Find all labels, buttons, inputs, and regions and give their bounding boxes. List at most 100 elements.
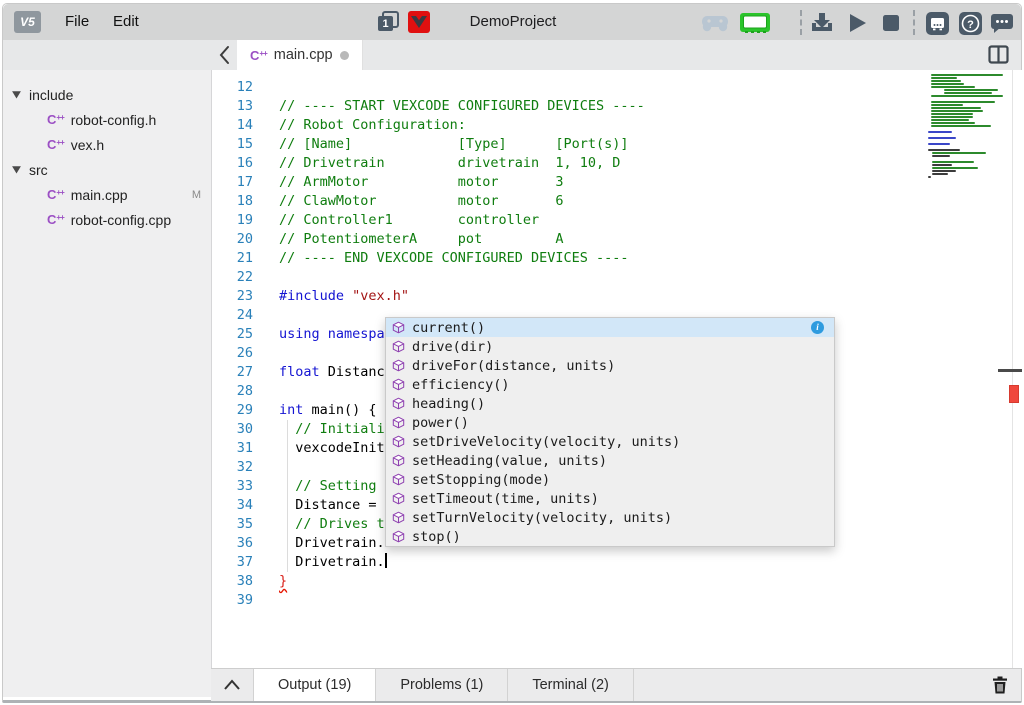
method-cube-icon [392,492,405,505]
minimap[interactable] [928,74,1012,179]
code-line-37[interactable]: 37 Drivetrain. [212,553,1022,572]
panel-tab-problems[interactable]: Problems (1) [376,669,509,701]
line-content: // Setting [295,478,385,494]
line-number[interactable]: 29 [212,401,253,420]
line-number[interactable]: 35 [212,515,253,534]
autocomplete-item-setDriveVelocity-velocity-units-[interactable]: setDriveVelocity(velocity, units) [386,432,834,451]
program-slot-icon[interactable]: 1 [375,10,401,34]
line-number[interactable]: 26 [212,344,253,363]
menu-edit[interactable]: Edit [107,4,145,40]
brain-connected-icon[interactable] [739,10,771,36]
ruler-error-marker [1009,385,1019,403]
autocomplete-item-stop-[interactable]: stop() [386,527,834,546]
code-line-21[interactable]: 21 // ---- END VEXCODE CONFIGURED DEVICES… [212,249,1022,268]
code-line-19[interactable]: 19 // Controller1 controller [212,211,1022,230]
autocomplete-item-driveFor-distance-units-[interactable]: driveFor(distance, units) [386,356,834,375]
tree-item-robot-config.h[interactable]: C++ robot-config.h [3,107,211,132]
line-number[interactable]: 38 [212,572,253,591]
tree-item-src[interactable]: src [3,157,211,182]
editor[interactable]: 12 13 // ---- START VEXCODE CONFIGURED DEV… [211,70,1022,668]
line-number[interactable]: 24 [212,306,253,325]
autocomplete-item-heading-[interactable]: heading() [386,394,834,413]
controller-icon[interactable] [699,10,731,36]
code-line-18[interactable]: 18 // ClawMotor motor 6 [212,192,1022,211]
autocomplete-item-power-[interactable]: power() [386,413,834,432]
modified-dot-icon [339,50,349,60]
help-icon[interactable]: ? [954,10,986,36]
line-number[interactable]: 30 [212,420,253,439]
line-number[interactable]: 15 [212,135,253,154]
line-content: #include "vex.h" [279,288,410,304]
tab-main-cpp[interactable]: C++ main.cpp [237,40,363,70]
line-number[interactable]: 20 [212,230,253,249]
tree-item-main.cpp[interactable]: C++ main.cpp M [3,182,211,207]
expanded-arrow-icon [12,91,21,99]
line-content [253,268,279,287]
line-number[interactable]: 28 [212,382,253,401]
autocomplete-item-setTurnVelocity-velocity-units-[interactable]: setTurnVelocity(velocity, units) [386,508,834,527]
code-line-23[interactable]: 23 #include "vex.h" [212,287,1022,306]
code-line-15[interactable]: 15 // [Name] [Type] [Port(s)] [212,135,1022,154]
line-number[interactable]: 18 [212,192,253,211]
line-number[interactable]: 14 [212,116,253,135]
brain-settings-icon[interactable] [921,10,953,36]
line-number[interactable]: 32 [212,458,253,477]
minimap-line [928,137,956,139]
autocomplete-item-setTimeout-time-units-[interactable]: setTimeout(time, units) [386,489,834,508]
minimap-line [931,113,973,115]
line-number[interactable]: 12 [212,78,253,97]
line-content: int main() { [279,402,377,418]
line-content: Distance = [279,497,385,513]
line-number[interactable]: 16 [212,154,253,173]
autocomplete-item-current-[interactable]: current() i [386,318,834,337]
line-number[interactable]: 21 [212,249,253,268]
line-number[interactable]: 37 [212,553,253,572]
download-icon[interactable] [806,10,838,36]
line-number[interactable]: 39 [212,591,253,610]
line-number[interactable]: 33 [212,477,253,496]
autocomplete-item-efficiency-[interactable]: efficiency() [386,375,834,394]
info-icon[interactable]: i [811,321,824,334]
split-editor-icon[interactable] [988,45,1009,69]
line-number[interactable]: 22 [212,268,253,287]
clear-output-trash-icon[interactable] [989,674,1011,696]
vex-logo-icon [408,11,430,33]
panel-tab-output[interactable]: Output (19) [253,669,377,701]
line-number[interactable]: 31 [212,439,253,458]
code-line-20[interactable]: 20 // PotentiometerA pot A [212,230,1022,249]
feedback-icon[interactable] [986,10,1018,36]
autocomplete-item-label: driveFor(distance, units) [412,357,616,374]
tree-item-include[interactable]: include [3,82,211,107]
line-number[interactable]: 23 [212,287,253,306]
panel-tab-terminal[interactable]: Terminal (2) [508,669,634,701]
line-number[interactable]: 13 [212,97,253,116]
tree-item-robot-config.cpp[interactable]: C++ robot-config.cpp [3,207,211,232]
code-line-38[interactable]: 38} [212,572,1022,591]
back-chevron-icon[interactable] [213,44,235,66]
stop-icon[interactable] [875,10,907,36]
minimap-line [931,80,961,82]
code-line-22[interactable]: 22 [212,268,1022,287]
line-number[interactable]: 19 [212,211,253,230]
line-number[interactable]: 27 [212,363,253,382]
code-line-13[interactable]: 13 // ---- START VEXCODE CONFIGURED DEVIC… [212,97,1022,116]
expand-panel-chevron-icon[interactable] [211,669,253,701]
line-number[interactable]: 36 [212,534,253,553]
line-number[interactable]: 25 [212,325,253,344]
code-line-39[interactable]: 39 [212,591,1022,610]
code-line-16[interactable]: 16 // Drivetrain drivetrain 1, 10, D [212,154,1022,173]
play-icon[interactable] [841,10,873,36]
autocomplete-item-setStopping-mode-[interactable]: setStopping(mode) [386,470,834,489]
autocomplete-item-setHeading-value-units-[interactable]: setHeading(value, units) [386,451,834,470]
autocomplete-item-drive-dir-[interactable]: drive(dir) [386,337,834,356]
method-cube-icon [392,397,405,410]
tree-item-vex.h[interactable]: C++ vex.h [3,132,211,157]
method-cube-icon [392,530,405,543]
code-line-17[interactable]: 17 // ArmMotor motor 3 [212,173,1022,192]
line-number[interactable]: 17 [212,173,253,192]
code-line-12[interactable]: 12 [212,78,1022,97]
menu-file[interactable]: File [59,4,95,40]
minimap-line [932,170,956,172]
code-line-14[interactable]: 14 // Robot Configuration: [212,116,1022,135]
line-number[interactable]: 34 [212,496,253,515]
